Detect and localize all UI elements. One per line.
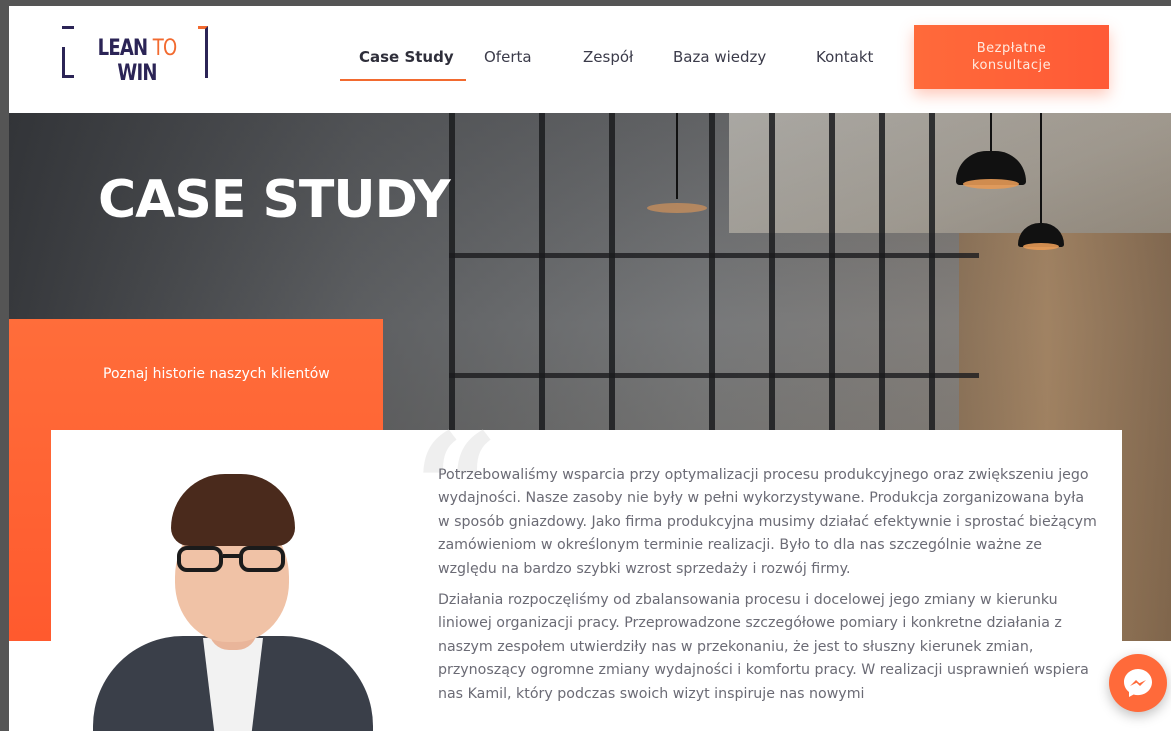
client-photo	[91, 470, 391, 731]
testimonial-text: Potrzebowaliśmy wsparcia przy optymaliza…	[438, 464, 1098, 714]
logo-word-lean: LEAN	[97, 36, 148, 61]
page-title: CASE STUDY	[98, 170, 451, 230]
nav-baza-wiedzy[interactable]: Baza wiedzy	[673, 48, 766, 66]
hero-bg-mullion	[449, 253, 979, 258]
site-header: LEAN TO WIN Case Study Oferta Zespół Baz…	[9, 6, 1171, 113]
testimonial-card: “ Potrzebowaliśmy wsparcia przy optymali…	[51, 414, 1122, 731]
messenger-icon	[1124, 669, 1152, 697]
lean-to-win-logo[interactable]: LEAN TO WIN	[62, 22, 208, 86]
nav-zespol[interactable]: Zespół	[583, 48, 633, 66]
hero-bg-ceiling	[729, 113, 1171, 233]
logo-text: LEAN TO WIN	[87, 36, 187, 86]
free-consultation-button[interactable]: Bezpłatne konsultacje	[914, 25, 1109, 89]
nav-kontakt[interactable]: Kontakt	[816, 48, 873, 66]
nav-active-underline	[340, 79, 466, 81]
logo-word-to: TO	[152, 36, 177, 61]
nav-oferta[interactable]: Oferta	[484, 48, 532, 66]
logo-word-win: WIN	[117, 61, 157, 86]
nav-case-study[interactable]: Case Study	[359, 48, 454, 66]
testimonial-paragraph: Działania rozpoczęliśmy od zbalansowania…	[438, 592, 1089, 702]
hero-bg-mullion	[449, 373, 979, 378]
hero-subtitle: Poznaj historie naszych klientów	[103, 366, 330, 382]
logo-bracket-left	[62, 26, 74, 78]
glasses-icon	[177, 546, 289, 572]
messenger-chat-button[interactable]	[1109, 654, 1167, 712]
testimonial-paragraph: Potrzebowaliśmy wsparcia przy optymaliza…	[438, 467, 1097, 577]
logo-bracket-right	[198, 26, 208, 78]
